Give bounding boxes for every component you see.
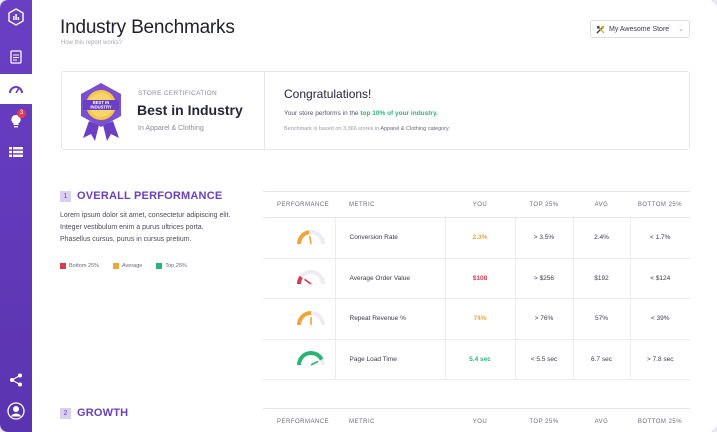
column-header: PERFORMANCE (263, 408, 335, 432)
legend-top: Top 25% (156, 263, 187, 269)
avg-value: 57% (572, 298, 630, 340)
column-header: METRIC (335, 408, 445, 432)
certification-subtitle: In Apparel & Clothing (138, 125, 204, 132)
metric-name: Conversion Rate (334, 217, 445, 259)
card-divider (264, 72, 265, 151)
performance-summary-text: Your store performs in the (284, 110, 361, 117)
main-content: Industry Benchmarks How this report work… (32, 0, 717, 432)
avg-value: 2.4% (572, 217, 630, 259)
section-title: OVERALL PERFORMANCE (77, 190, 223, 202)
share-icon[interactable] (0, 365, 32, 395)
list-icon[interactable] (0, 137, 32, 167)
top-25-value: < 5.5 sec (514, 339, 573, 380)
overall-performance-header: 1 OVERALL PERFORMANCE (60, 190, 222, 202)
speedometer-icon[interactable] (0, 74, 32, 104)
section-number: 2 (60, 407, 71, 419)
legend-label: Average (121, 263, 143, 269)
column-header: AVG (573, 191, 630, 218)
column-header: TOP 25% (515, 408, 573, 432)
avg-value: 6.7 sec (572, 339, 630, 380)
performance-cell (263, 298, 335, 340)
sidebar: 3 (0, 0, 32, 432)
table-header-row: PERFORMANCE METRIC YOU TOP 25% AVG BOTTO… (263, 408, 690, 432)
bottom-25-value: < 1.7% (629, 217, 690, 259)
column-header: YOU (445, 191, 515, 218)
section-title: GROWTH (77, 407, 129, 419)
overall-description: Lorem ipsum dolor sit amet, consectetur … (60, 212, 231, 243)
legend-swatch (60, 263, 66, 269)
bottom-25-value: < $124 (629, 258, 690, 299)
benchmark-note: Benchmark is based on 3,366 stores in Ap… (284, 126, 450, 132)
best-in-industry-badge-icon: BEST IN INDUSTRY (75, 81, 127, 141)
user-avatar-icon[interactable] (0, 396, 32, 426)
legend-label: Bottom 25% (69, 263, 99, 269)
table-row: Conversion Rate 2.3% > 3.5% 2.4% < 1.7% (263, 217, 690, 259)
table-row: Average Order Value $108 > $256 $192 < $124 (263, 258, 690, 299)
column-header: BOTTOM 25% (630, 408, 690, 432)
column-header: BOTTOM 25% (630, 191, 690, 218)
page-title: Industry Benchmarks (60, 17, 235, 38)
app-window: 3 Industry Benchmarks How this report wo… (0, 0, 717, 432)
metric-name: Average Order Value (334, 258, 445, 299)
benchmark-note-text: Benchmark is based on 3,366 stores in (284, 126, 381, 132)
bottom-25-value: < 39% (629, 298, 690, 340)
performance-summary: Your store performs in the top 10% of yo… (284, 110, 438, 117)
store-select-value: My Awesome Store (609, 25, 670, 33)
chevron-down-icon: ⌄ (678, 26, 684, 33)
column-header: METRIC (335, 191, 445, 218)
table-row: Repeat Revenue % 74% > 76% 57% < 39% (263, 298, 690, 340)
top-25-value: > 3.5% (514, 217, 573, 259)
metric-name: Page Load Time (334, 339, 445, 380)
gauge-icon (297, 351, 325, 366)
you-value: 2.3% (444, 217, 515, 259)
you-value: $108 (444, 258, 515, 299)
notification-badge: 3 (17, 109, 26, 118)
section-number: 1 (60, 190, 71, 202)
certification-kicker: STORE CERTIFICATION (138, 90, 218, 97)
legend-bottom: Bottom 25% (60, 263, 99, 269)
lightbulb-icon[interactable]: 3 (0, 106, 32, 136)
performance-highlight: top 10% of your industry. (360, 110, 438, 117)
gauge-icon (297, 310, 325, 325)
store-select[interactable]: My Awesome Store ⌄ (590, 20, 690, 38)
gauge-icon (297, 270, 325, 285)
performance-cell (263, 258, 335, 299)
certification-title: Best in Industry (137, 102, 243, 118)
performance-cell (263, 339, 335, 380)
legend: Bottom 25% Average Top 25% (60, 263, 187, 269)
svg-text:INDUSTRY: INDUSTRY (90, 105, 111, 110)
table-header-row: PERFORMANCE METRIC YOU TOP 25% AVG BOTTO… (263, 191, 690, 218)
metric-name: Repeat Revenue % (334, 298, 445, 340)
benchmark-category: Apparel & Clothing category. (380, 126, 450, 132)
how-report-works-link[interactable]: How this report works? (61, 40, 122, 46)
app-logo-icon[interactable] (0, 2, 32, 32)
legend-label: Top 25% (165, 263, 187, 269)
top-25-value: > 76% (514, 298, 573, 340)
report-icon[interactable] (0, 42, 32, 72)
growth-table: PERFORMANCE METRIC YOU TOP 25% AVG BOTTO… (263, 408, 690, 432)
congratulations-heading: Congratulations! (284, 87, 372, 101)
column-header: TOP 25% (515, 191, 573, 218)
top-25-value: > $256 (514, 258, 573, 299)
legend-swatch (156, 263, 163, 269)
performance-cell (263, 217, 335, 259)
growth-header: 2 GROWTH (60, 407, 128, 419)
bottom-25-value: > 7.8 sec (629, 339, 690, 380)
column-header: YOU (445, 408, 515, 432)
column-header: PERFORMANCE (263, 191, 335, 218)
legend-average: Average (112, 263, 143, 269)
table-row: Page Load Time 5.4 sec < 5.5 sec 6.7 sec > 7… (263, 339, 690, 380)
certification-card: BEST IN INDUSTRY STORE CERTIFICATION Bes… (61, 71, 690, 151)
store-tools-icon (596, 25, 605, 34)
avg-value: $192 (572, 258, 630, 299)
gauge-icon (297, 229, 325, 244)
legend-swatch (112, 263, 119, 269)
you-value: 74% (444, 298, 515, 340)
performance-table: PERFORMANCE METRIC YOU TOP 25% AVG BOTTO… (263, 191, 690, 380)
column-header: AVG (573, 408, 630, 432)
you-value: 5.4 sec (444, 339, 515, 380)
